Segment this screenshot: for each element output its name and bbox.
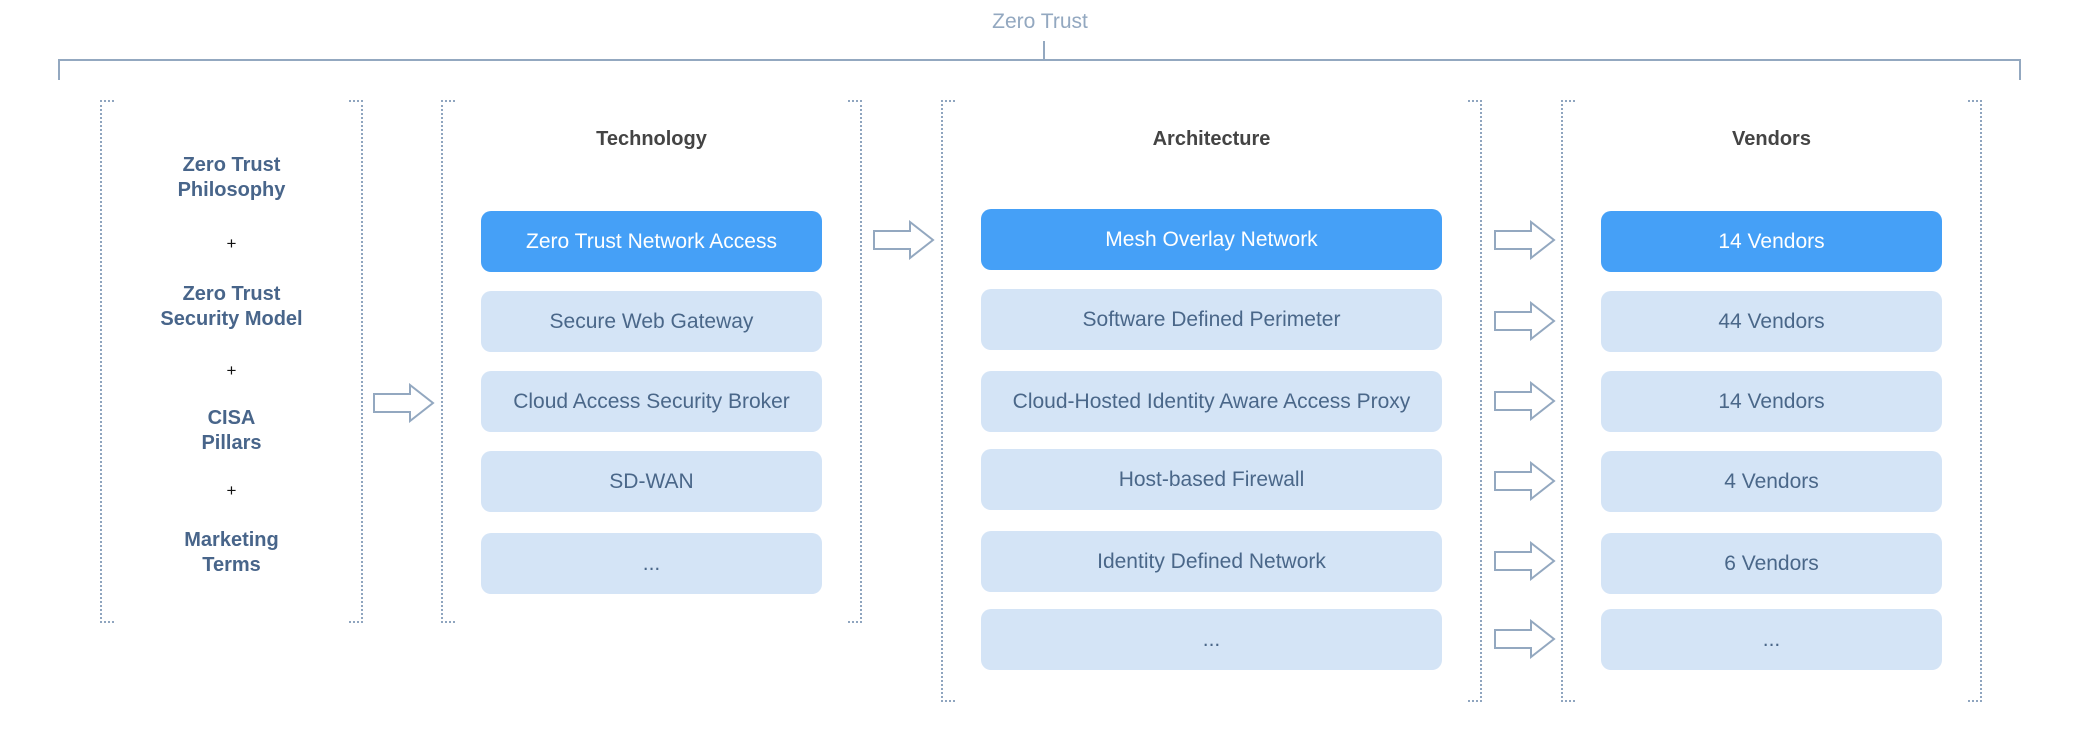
arrow-right-icon	[1494, 301, 1556, 341]
concept-security-model: Zero Trust Security Model	[160, 283, 303, 330]
vendors-heading: Vendors	[1732, 128, 1811, 150]
vendor-count-more[interactable]: ...	[1601, 609, 1942, 670]
arch-item-sdp[interactable]: Software Defined Perimeter	[981, 289, 1442, 350]
concept-cisa-pillars: CISA Pillars	[201, 407, 262, 454]
arch-item-mesh-overlay[interactable]: Mesh Overlay Network	[981, 209, 1442, 270]
arrow-right-icon	[1494, 381, 1556, 421]
arrow-right-icon	[1494, 619, 1556, 659]
arrow-right-icon	[1494, 461, 1556, 501]
vendor-count-sdp[interactable]: 44 Vendors	[1601, 291, 1942, 352]
vendor-count-mesh[interactable]: 14 Vendors	[1601, 211, 1942, 272]
architecture-heading: Architecture	[1152, 128, 1271, 150]
arrow-right-icon	[1494, 220, 1556, 260]
arch-item-more[interactable]: ...	[981, 609, 1442, 670]
arch-item-host-firewall[interactable]: Host-based Firewall	[981, 449, 1442, 510]
tech-item-more[interactable]: ...	[481, 533, 822, 594]
plus-sign: +	[226, 361, 237, 380]
tech-item-ztna[interactable]: Zero Trust Network Access	[481, 211, 822, 272]
concept-philosophy: Zero Trust Philosophy	[177, 154, 286, 201]
tech-item-sdwan[interactable]: SD-WAN	[481, 451, 822, 512]
diagram-title: Zero Trust	[992, 10, 1088, 33]
arrow-right-icon	[1494, 541, 1556, 581]
concepts-panel: Zero Trust Philosophy + Zero Trust Secur…	[100, 100, 363, 623]
concept-marketing-terms: Marketing Terms	[184, 529, 279, 576]
bracket-left-end	[58, 59, 60, 80]
vendor-count-host-firewall[interactable]: 4 Vendors	[1601, 451, 1942, 512]
arch-item-idn[interactable]: Identity Defined Network	[981, 531, 1442, 592]
tech-item-casb[interactable]: Cloud Access Security Broker	[481, 371, 822, 432]
plus-sign: +	[226, 481, 237, 500]
tech-item-swg[interactable]: Secure Web Gateway	[481, 291, 822, 352]
bracket-center-stem	[1043, 41, 1045, 60]
arrow-right-icon	[373, 383, 435, 423]
technology-heading: Technology	[596, 128, 707, 150]
bracket-line	[58, 59, 2021, 61]
vendor-count-idn[interactable]: 6 Vendors	[1601, 533, 1942, 594]
plus-sign: +	[226, 234, 237, 253]
arch-item-iap[interactable]: Cloud-Hosted Identity Aware Access Proxy	[981, 371, 1442, 432]
vendor-count-iap[interactable]: 14 Vendors	[1601, 371, 1942, 432]
arrow-right-icon	[873, 220, 935, 260]
bracket-right-end	[2019, 59, 2021, 80]
